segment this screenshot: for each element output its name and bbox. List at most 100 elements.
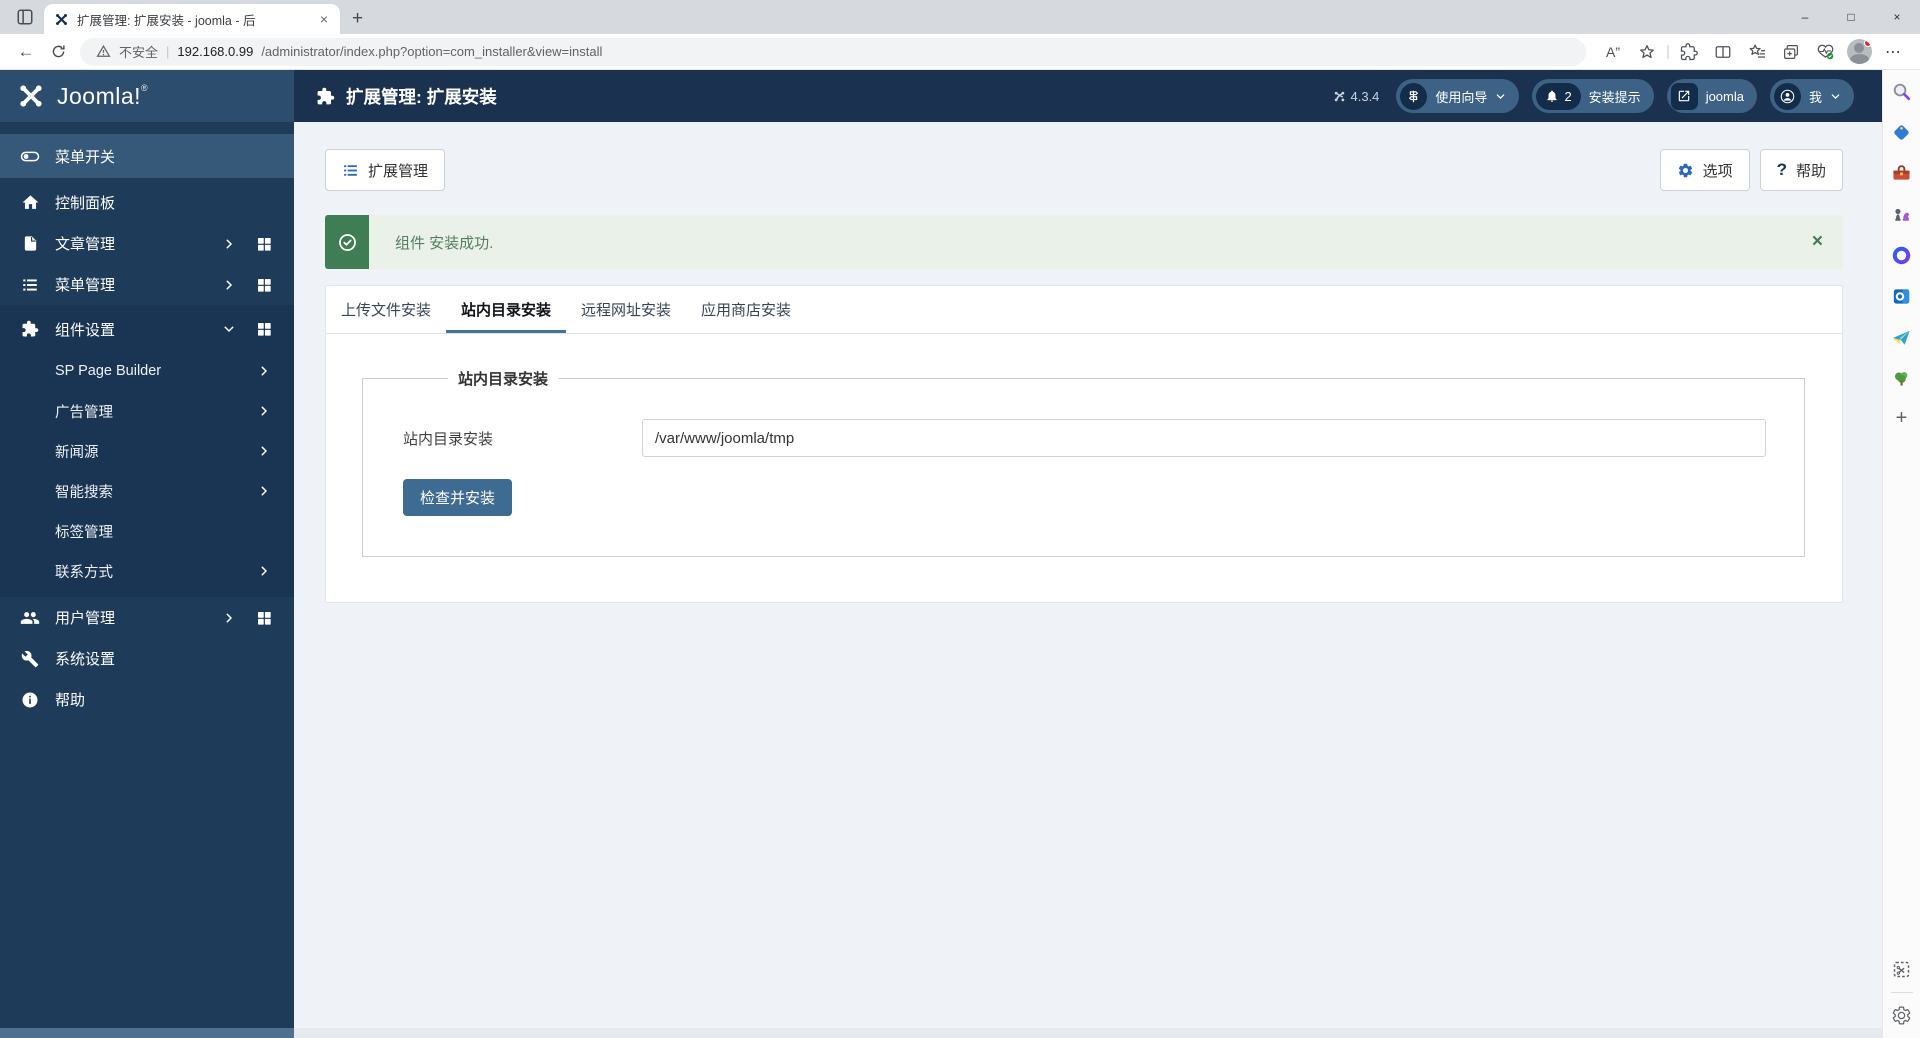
folder-path-input[interactable] [642,419,1766,457]
split-screen-icon[interactable] [1706,43,1740,61]
sidebar-subitem-newsfeeds[interactable]: 新闻源 [0,431,294,471]
favorites-icon[interactable] [1740,42,1774,61]
sidebar-settings-icon[interactable] [1891,1005,1912,1026]
fieldset-legend: 站内目录安装 [458,371,549,388]
chevron-right-icon [258,365,270,377]
sidebar-m365-icon[interactable] [1890,244,1913,267]
dashboard-grid-icon[interactable] [256,610,272,626]
chevron-down-icon [1831,93,1840,99]
sidebar-outlook-icon[interactable] [1890,285,1913,308]
components-group: 组件设置 SP Page Builder 广告管理 新闻源 智能搜索 标签管理 … [0,305,294,597]
view-site-button[interactable]: joomla [1666,79,1757,113]
tab-title: 扩展管理: 扩展安装 - joomla - 后 [77,13,256,28]
window-close-button[interactable]: × [1874,0,1920,34]
chevron-right-icon [258,405,270,417]
header-actions: 4.3.4 使用向导 2 安装提示 joomla 我 [1333,79,1883,113]
sidebar-games-icon[interactable] [1890,203,1913,226]
sidebar-item-system[interactable]: 系统设置 [0,638,294,679]
alert-message: 组件 安装成功. [395,234,494,252]
browser-tab[interactable]: 扩展管理: 扩展安装 - joomla - 后 × [44,4,340,34]
wrench-icon [20,650,40,668]
sidebar-search-icon[interactable] [1890,80,1913,103]
tab-install-from-web[interactable]: 应用商店安装 [686,286,806,333]
dashboard-grid-icon[interactable] [256,277,272,293]
joomla-logo-icon [20,85,42,107]
sidebar-add-icon[interactable]: + [1896,408,1908,428]
toolbar-divider: | [1666,43,1670,60]
url-path: /administrator/index.php?option=com_inst… [261,44,603,59]
chevron-right-icon [258,565,270,577]
list-icon [344,164,357,176]
puzzle-icon [317,87,335,104]
extensions-icon[interactable] [1672,42,1706,61]
sidebar-item-help[interactable]: 帮助 [0,679,294,720]
url-separator: | [166,44,170,59]
browser-navbar: ← 不安全 | 192.168.0.99/administrator/index… [0,34,1920,70]
tab-close-icon[interactable]: × [318,11,330,27]
browser-essentials-icon[interactable] [1808,42,1842,61]
alert-close-icon[interactable]: × [1792,231,1843,253]
browser-tab-strip: 扩展管理: 扩展安装 - joomla - 后 × + – □ × [0,0,1920,34]
sidebar-toolbox-icon[interactable] [1890,162,1913,185]
read-aloud-icon[interactable]: A” [1596,44,1630,60]
window-minimize-button[interactable]: – [1782,0,1828,34]
tab-install-from-folder[interactable]: 站内目录安装 [446,286,567,333]
sidebar-subitem-tags[interactable]: 标签管理 [0,511,294,551]
tab-upload-package[interactable]: 上传文件安装 [326,286,446,333]
dashboard-grid-icon[interactable] [256,321,272,337]
install-card: 上传文件安装 站内目录安装 远程网址安装 应用商店安装 站内目录安装 站内目录安… [325,285,1843,603]
url-bar[interactable]: 不安全 | 192.168.0.99/administrator/index.p… [80,37,1586,66]
collections-icon[interactable] [1774,43,1808,61]
joomla-version-icon [1334,91,1344,101]
chevron-right-icon [258,445,270,457]
web-capture-icon[interactable] [1891,959,1912,980]
sidebar-subitem-contacts[interactable]: 联系方式 [0,551,294,591]
profile-avatar[interactable] [1842,39,1876,64]
browser-menu-icon[interactable]: ⋯ [1876,42,1910,62]
refresh-button[interactable] [42,43,74,60]
install-notices-button[interactable]: 2 安装提示 [1532,79,1654,113]
admin-header: Joomla!® 扩展管理: 扩展安装 4.3.4 使用向导 2 安装提示 jo… [0,70,1882,122]
dashboard-grid-icon[interactable] [256,236,272,252]
guide-button[interactable]: 使用向导 [1396,79,1520,113]
joomla-brand[interactable]: Joomla!® [0,70,294,122]
sidebar-item-users[interactable]: 用户管理 [0,597,294,638]
back-button[interactable]: ← [10,42,42,62]
sidebar-item-menus[interactable]: 菜单管理 [0,264,294,305]
joomla-app: Joomla!® 扩展管理: 扩展安装 4.3.4 使用向导 2 安装提示 jo… [0,70,1882,1038]
tab-install-from-url[interactable]: 远程网址安装 [566,286,686,333]
check-and-install-button[interactable]: 检查并安装 [403,479,513,516]
tab-actions-icon[interactable] [12,4,38,30]
sidebar-item-dashboard[interactable]: 控制面板 [0,182,294,223]
user-menu-button[interactable]: 我 [1769,79,1854,113]
window-maximize-button[interactable]: □ [1828,0,1874,34]
folder-install-fieldset: 站内目录安装 站内目录安装 检查并安装 [362,368,1805,557]
sidebar-tree-icon[interactable] [1890,367,1913,390]
sidebar-paper-plane-icon[interactable] [1890,326,1913,349]
success-alert: 组件 安装成功. × [325,215,1843,269]
list-icon [20,276,40,294]
sidebar-item-content[interactable]: 文章管理 [0,223,294,264]
security-label[interactable]: 不安全 [119,42,158,61]
manage-extensions-button[interactable]: 扩展管理 [325,149,446,191]
sidebar-shopping-icon[interactable] [1890,121,1913,144]
user-icon [1773,82,1801,110]
admin-content: 扩展管理 选项 ? 帮助 组件 安装成功. × 上传文件安装 站内目录安装 远程… [294,122,1882,1028]
chevron-down-icon [1497,93,1505,99]
sidebar-item-components[interactable]: 组件设置 [0,307,294,351]
chevron-right-icon [258,485,270,497]
help-button[interactable]: ? 帮助 [1759,149,1843,191]
users-icon [20,608,40,628]
sidebar-subitem-sp-page-builder[interactable]: SP Page Builder [0,351,294,391]
toggle-icon [20,146,40,167]
url-host: 192.168.0.99 [177,44,254,59]
chevron-right-icon [223,612,235,624]
favorite-star-icon[interactable] [1630,43,1664,61]
form-row: 站内目录安装 [403,419,1766,457]
sidebar-item-menu-toggle[interactable]: 菜单开关 [0,134,294,178]
sidebar-subitem-smart-search[interactable]: 智能搜索 [0,471,294,511]
new-tab-button[interactable]: + [352,9,363,28]
notification-bell-icon: 2 [1536,82,1581,110]
options-button[interactable]: 选项 [1659,149,1750,191]
sidebar-subitem-banners[interactable]: 广告管理 [0,391,294,431]
